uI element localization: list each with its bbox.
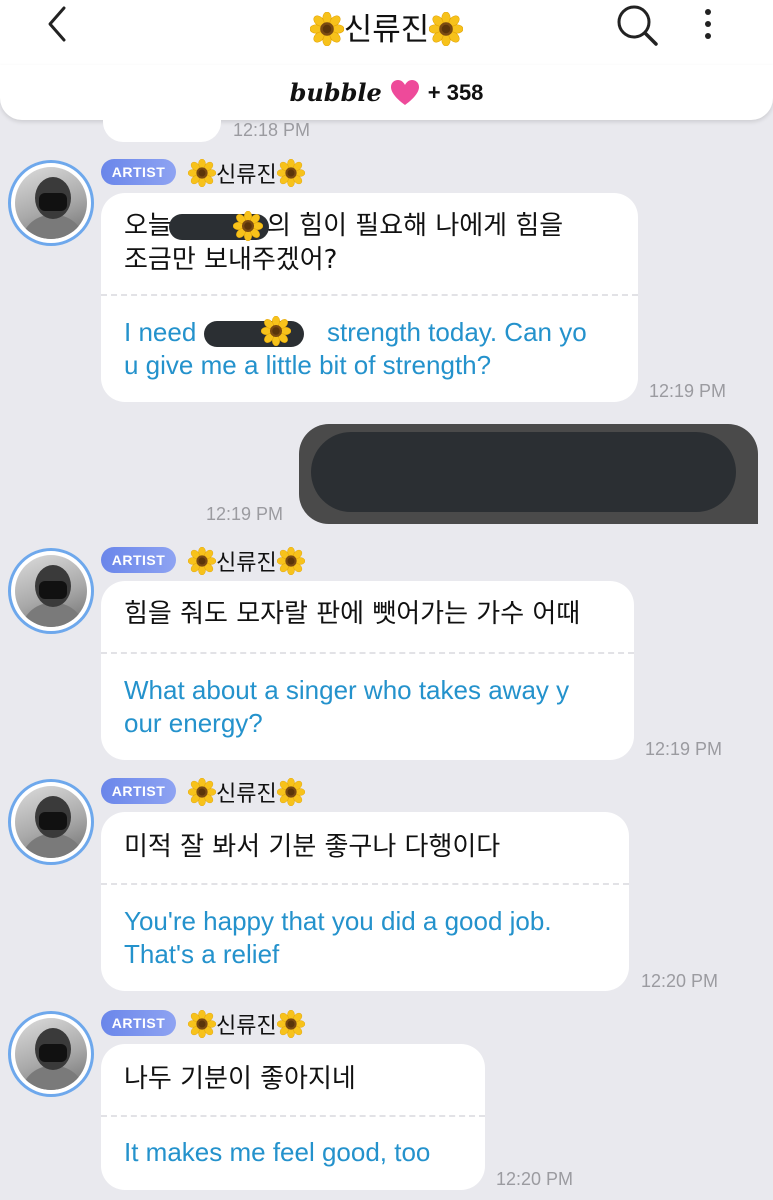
artist-badge: ARTIST [101, 1010, 176, 1036]
artist-avatar[interactable] [8, 779, 94, 865]
search-icon[interactable] [614, 2, 660, 48]
message-bubble[interactable]: 나두 기분이 좋아지네 It makes me feel good, too [101, 1044, 485, 1190]
translation-text: You're happy that you did a good job. [124, 906, 552, 936]
artist-avatar[interactable] [8, 160, 94, 246]
sender-name-text: 신류진 [216, 782, 277, 807]
sunflower-icon [188, 1010, 216, 1038]
sender-name: 신류진 [188, 776, 305, 808]
artist-avatar[interactable] [8, 1011, 94, 1097]
korean-text: 나두 기분이 좋아지네 [124, 1064, 356, 1094]
sender-name-text: 신류진 [216, 163, 277, 188]
artist-avatar[interactable] [8, 548, 94, 634]
divider [101, 652, 634, 654]
sunflower-icon [233, 211, 263, 241]
message-time: 12:19 PM [206, 504, 284, 524]
translation-text: our energy? [124, 708, 263, 738]
sunflower-icon [277, 778, 305, 806]
sender-name-text: 신류진 [216, 551, 277, 576]
translation-text: What about a singer who takes away y [124, 675, 570, 705]
korean-text: 미적 잘 봐서 기분 좋구나 다행이다 [124, 832, 501, 862]
sender-name: 신류진 [188, 157, 305, 189]
message-time: 12:18 PM [233, 120, 311, 140]
sender-name: 신류진 [188, 545, 305, 577]
translation-text: That's a relief [124, 939, 280, 969]
korean-text: 의 힘이 필요해 나에게 힘을 [267, 211, 564, 241]
translation-text: It makes me feel good, too [124, 1137, 431, 1167]
korean-text: 조금만 보내주겠어? [124, 245, 338, 275]
sunflower-icon [277, 547, 305, 575]
heart-count: + 358 [427, 79, 484, 105]
korean-text: 오늘 [124, 211, 172, 241]
artist-badge: ARTIST [101, 159, 176, 185]
sunflower-icon [188, 778, 216, 806]
message-bubble[interactable]: 오늘 의 힘이 필요해 나에게 힘을 조금만 보내주겠어? I need str… [101, 193, 638, 402]
divider [101, 883, 629, 885]
message-time: 12:20 PM [496, 1169, 574, 1189]
translation-text: I need [124, 317, 197, 347]
sender-name-text: 신류진 [216, 1014, 277, 1039]
chat-title-text: 신류진 [343, 12, 430, 48]
sender-name: 신류진 [188, 1008, 305, 1040]
bubble-logo: bubble [289, 78, 382, 107]
translation-text: u give me a little bit of strength? [124, 350, 492, 380]
sunflower-icon [429, 12, 463, 46]
bubble-bar[interactable]: bubble + 358 [0, 65, 773, 120]
divider [101, 1115, 485, 1117]
message-time: 12:19 PM [645, 739, 723, 759]
sunflower-icon [310, 12, 344, 46]
artist-badge: ARTIST [101, 778, 176, 804]
my-message-bubble[interactable] [299, 424, 758, 524]
heart-icon [390, 79, 419, 105]
message-time: 12:19 PM [649, 381, 727, 401]
message-bubble[interactable]: 미적 잘 봐서 기분 좋구나 다행이다 You're happy that yo… [101, 812, 629, 991]
chat-header: 신류진 [0, 0, 773, 66]
sunflower-icon [277, 1010, 305, 1038]
artist-badge: ARTIST [101, 547, 176, 573]
sunflower-icon [188, 547, 216, 575]
previous-message-bubble [103, 118, 221, 142]
divider [101, 294, 638, 296]
message-bubble[interactable]: 힘을 줘도 모자랄 판에 뺏어가는 가수 어때 What about a sin… [101, 581, 634, 760]
sunflower-icon [188, 159, 216, 187]
message-time: 12:20 PM [641, 971, 719, 991]
sunflower-icon [277, 159, 305, 187]
korean-text: 힘을 줘도 모자랄 판에 뺏어가는 가수 어때 [124, 599, 581, 629]
sunflower-icon [261, 316, 291, 346]
redacted-message [311, 432, 736, 512]
translation-text: strength today. Can yo [327, 317, 587, 347]
more-vertical-icon[interactable] [694, 4, 722, 44]
